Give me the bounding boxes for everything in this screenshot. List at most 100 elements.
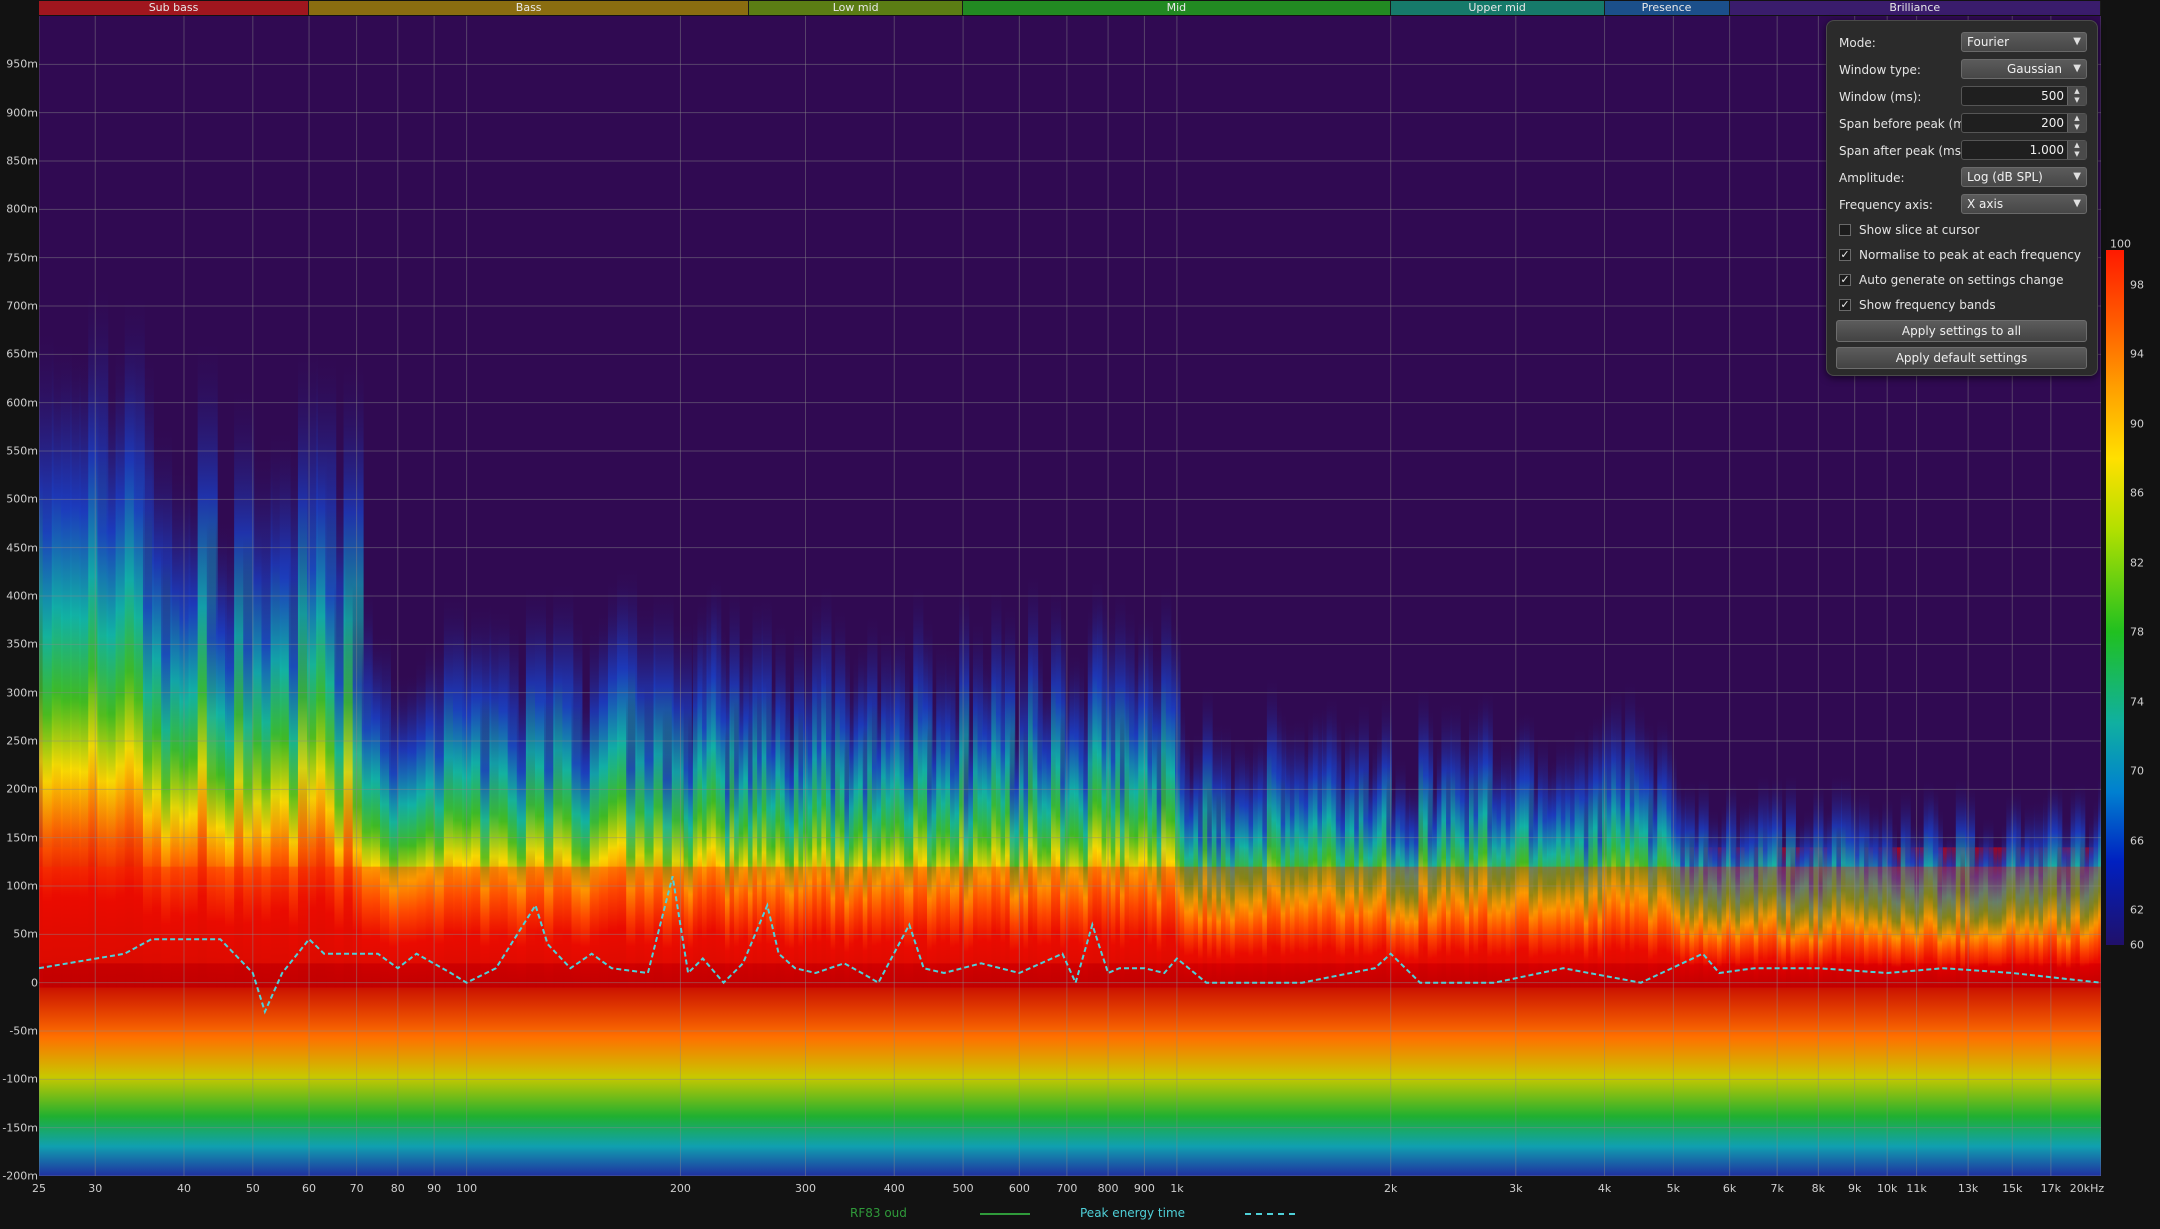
checkbox-icon[interactable]: ✓ bbox=[1839, 249, 1851, 261]
y-tick-label: -200m bbox=[2, 1169, 38, 1183]
freq-axis-label: Frequency axis: bbox=[1839, 198, 1933, 212]
window-type-value: Gaussian bbox=[2006, 62, 2062, 76]
spinner-icon[interactable]: ▲ ▼ bbox=[2067, 87, 2086, 105]
x-tick-label: 800 bbox=[1097, 1182, 1119, 1195]
band-5: Presence bbox=[1604, 1, 1730, 15]
band-1: Bass bbox=[309, 1, 750, 15]
window-ms-row: Window (ms): 500 ▲ ▼ bbox=[1839, 86, 2087, 108]
x-tick-label: 100 bbox=[456, 1182, 478, 1195]
y-tick-label: 550m bbox=[6, 444, 38, 458]
freq-axis-select[interactable]: X axis ▼ bbox=[1961, 194, 2087, 214]
show-bands-checkbox[interactable]: ✓ Show frequency bands bbox=[1839, 296, 2089, 316]
x-tick-label: 25 bbox=[32, 1182, 46, 1195]
y-tick-label: 0 bbox=[31, 976, 38, 990]
band-4: Upper mid bbox=[1390, 1, 1605, 15]
x-tick-label: 4k bbox=[1597, 1182, 1612, 1195]
x-tick-label: 9k bbox=[1847, 1182, 1862, 1195]
apply-settings-all-button[interactable]: Apply settings to all bbox=[1836, 320, 2087, 342]
checkbox-icon[interactable]: ✓ bbox=[1839, 299, 1851, 311]
span-before-label: Span before peak (ms): bbox=[1839, 117, 1980, 131]
x-tick-label: 10k bbox=[1876, 1182, 1898, 1195]
heatmap-glow bbox=[39, 866, 2101, 964]
band-3: Mid bbox=[963, 1, 1391, 15]
x-tick-label: 300 bbox=[795, 1182, 817, 1195]
x-tick-label: 1k bbox=[1170, 1182, 1184, 1195]
apply-default-settings-button[interactable]: Apply default settings bbox=[1836, 347, 2087, 369]
colorbar-tick: 70 bbox=[2130, 764, 2144, 778]
legend-swatch bbox=[1245, 1213, 1295, 1215]
y-tick-label: 100m bbox=[6, 879, 38, 893]
x-tick-label: 20kHz bbox=[2069, 1182, 2105, 1195]
colorbar-tick: 66 bbox=[2130, 834, 2144, 848]
x-tick-label: 500 bbox=[952, 1182, 974, 1195]
normalise-label: Normalise to peak at each frequency bbox=[1859, 248, 2081, 262]
window-type-select[interactable]: Gaussian ▼ bbox=[1961, 59, 2087, 79]
x-tick-label: 13k bbox=[1957, 1182, 1979, 1195]
y-tick-label: 700m bbox=[6, 299, 38, 313]
spectrogram-plot[interactable] bbox=[39, 16, 2101, 1176]
colorbar-tick: 90 bbox=[2130, 417, 2144, 431]
colorbar-tick: 74 bbox=[2130, 695, 2144, 709]
x-tick-label: 11k bbox=[1906, 1182, 1927, 1195]
y-tick-label: -50m bbox=[9, 1024, 38, 1038]
x-tick-label: 40 bbox=[176, 1182, 191, 1195]
window-ms-label: Window (ms): bbox=[1839, 90, 1922, 104]
window-type-label: Window type: bbox=[1839, 63, 1921, 77]
amplitude-value: Log (dB SPL) bbox=[1967, 170, 2043, 184]
x-tick-label: 900 bbox=[1133, 1182, 1155, 1195]
x-tick-label: 50 bbox=[245, 1182, 260, 1195]
y-tick-label: 200m bbox=[6, 782, 38, 796]
show-slice-checkbox[interactable]: Show slice at cursor bbox=[1839, 221, 2089, 241]
mode-row: Mode: Fourier ▼ bbox=[1839, 32, 2087, 54]
mode-label: Mode: bbox=[1839, 36, 1876, 50]
spinner-icon[interactable]: ▲ ▼ bbox=[2067, 141, 2086, 159]
y-tick-label: 750m bbox=[6, 251, 38, 265]
y-tick-label: -150m bbox=[2, 1121, 38, 1135]
chevron-down-icon: ▼ bbox=[2073, 36, 2081, 47]
spinner-icon[interactable]: ▲ ▼ bbox=[2067, 114, 2086, 132]
y-tick-label: 850m bbox=[6, 154, 38, 168]
x-tick-label: 15k bbox=[2002, 1182, 2023, 1195]
amplitude-select[interactable]: Log (dB SPL) ▼ bbox=[1961, 167, 2087, 187]
colorbar-tick: 98 bbox=[2130, 278, 2144, 292]
freq-axis-row: Frequency axis: X axis ▼ bbox=[1839, 194, 2087, 216]
span-after-label: Span after peak (ms): bbox=[1839, 144, 1970, 158]
x-tick-label: 200 bbox=[669, 1182, 691, 1195]
x-tick-label: 90 bbox=[427, 1182, 442, 1195]
x-tick-label: 30 bbox=[88, 1182, 103, 1195]
y-tick-label: 150m bbox=[6, 831, 38, 845]
y-tick-label: 800m bbox=[6, 202, 38, 216]
y-tick-label: 450m bbox=[6, 541, 38, 555]
span-after-value: 1.000 bbox=[2029, 143, 2064, 157]
band-6: Brilliance bbox=[1729, 1, 2101, 15]
window-ms-value: 500 bbox=[2041, 89, 2064, 103]
show-slice-label: Show slice at cursor bbox=[1859, 223, 1980, 237]
auto-generate-label: Auto generate on settings change bbox=[1859, 273, 2064, 287]
colorbar-tick: 78 bbox=[2130, 625, 2144, 639]
span-before-input[interactable]: 200 ▲ ▼ bbox=[1961, 113, 2087, 133]
span-after-input[interactable]: 1.000 ▲ ▼ bbox=[1961, 140, 2087, 160]
settings-panel: Mode: Fourier ▼ Window type: Gaussian ▼ Wi… bbox=[1826, 20, 2098, 376]
normalise-checkbox[interactable]: ✓ Normalise to peak at each frequency bbox=[1839, 246, 2089, 266]
y-tick-label: 50m bbox=[13, 927, 38, 941]
window-type-row: Window type: Gaussian ▼ bbox=[1839, 59, 2087, 81]
colorbar-tick: 60 bbox=[2130, 938, 2144, 952]
window-ms-input[interactable]: 500 ▲ ▼ bbox=[1961, 86, 2087, 106]
x-tick-label: 700 bbox=[1056, 1182, 1078, 1195]
colorbar bbox=[2106, 250, 2124, 945]
x-tick-label: 2k bbox=[1384, 1182, 1398, 1195]
colorbar-tick: 100 bbox=[2110, 237, 2131, 251]
y-tick-label: 900m bbox=[6, 106, 38, 120]
chevron-down-icon: ▼ bbox=[2073, 198, 2081, 209]
y-tick-label: 950m bbox=[6, 57, 38, 71]
checkbox-icon[interactable]: ✓ bbox=[1839, 274, 1851, 286]
x-tick-label: 6k bbox=[1722, 1182, 1737, 1195]
mode-select[interactable]: Fourier ▼ bbox=[1961, 32, 2087, 52]
amplitude-row: Amplitude: Log (dB SPL) ▼ bbox=[1839, 167, 2087, 189]
y-tick-label: 600m bbox=[6, 396, 38, 410]
heatmap-below-zero bbox=[39, 977, 2101, 1176]
auto-generate-checkbox[interactable]: ✓ Auto generate on settings change bbox=[1839, 271, 2089, 291]
chevron-down-icon: ▼ bbox=[2073, 171, 2081, 182]
checkbox-icon[interactable] bbox=[1839, 224, 1851, 236]
y-tick-label: 500m bbox=[6, 492, 38, 506]
